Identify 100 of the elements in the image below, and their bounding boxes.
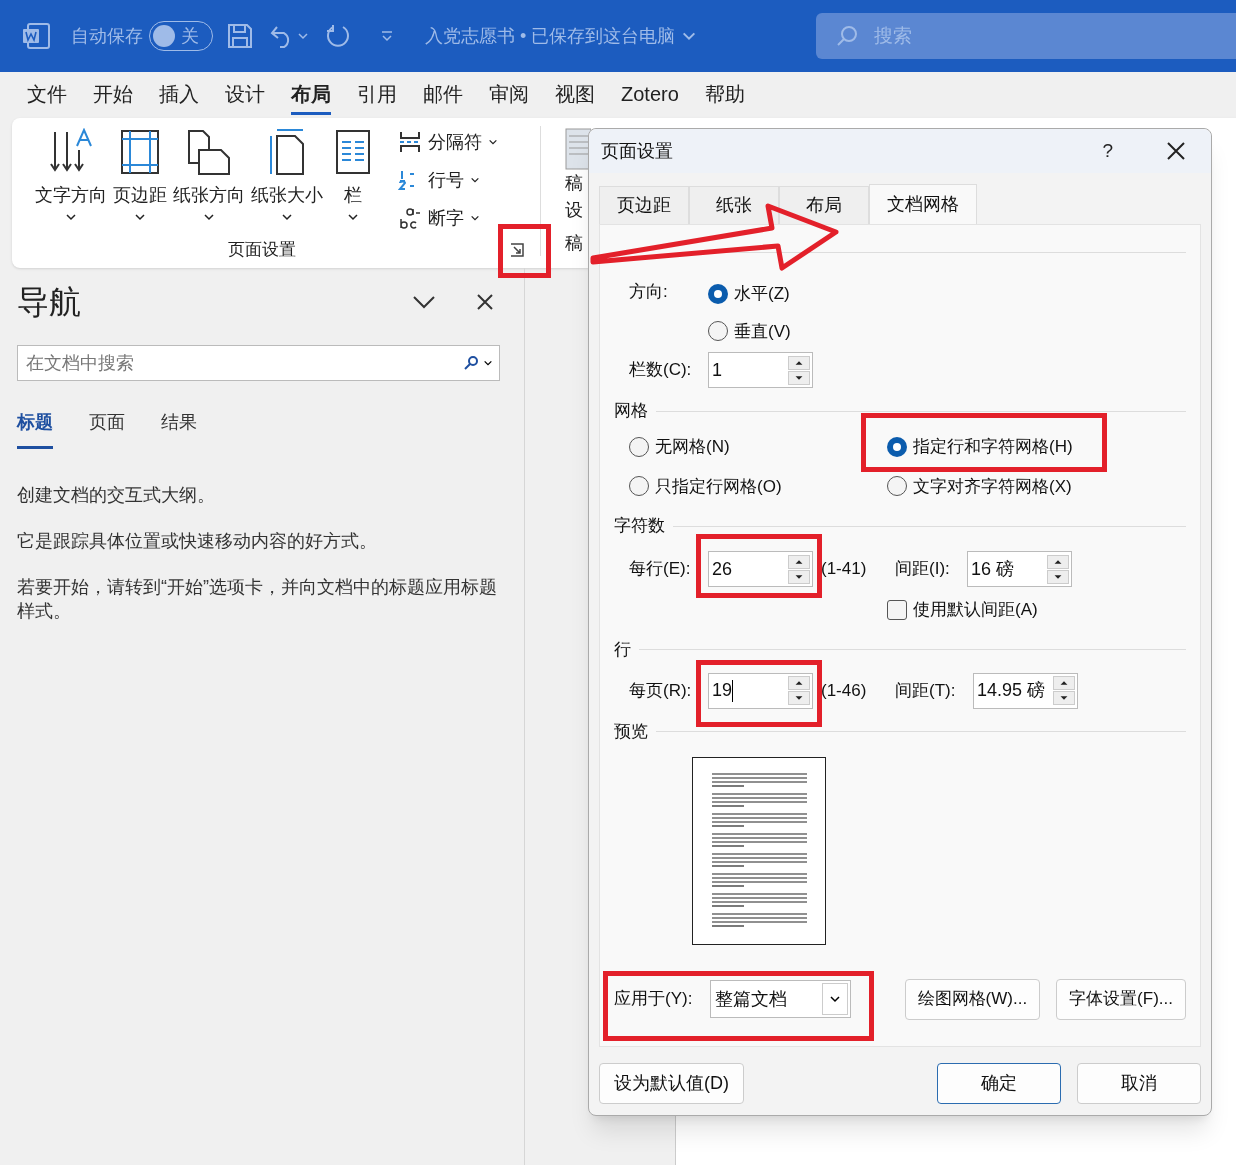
close-icon[interactable] [1167, 142, 1185, 160]
dropdown-field[interactable]: 整篇文档 [710, 980, 851, 1018]
dialog-button[interactable]: 绘图网格(W)... [904, 978, 1041, 1020]
section-label: 预览 [614, 720, 648, 743]
ribbon-button[interactable]: 纸张方向 [170, 128, 248, 236]
spin-down-icon[interactable] [788, 691, 810, 705]
field-label: 方向: [629, 281, 669, 303]
chevron-down-icon [470, 213, 480, 223]
field-label: 应用于(Y): [614, 988, 694, 1011]
spin-field[interactable]: 19 [708, 672, 813, 709]
chevron-down-icon [829, 993, 841, 1005]
radio-option[interactable]: 无网格(N) [629, 434, 887, 460]
spin-up-icon[interactable] [1053, 676, 1075, 690]
spin-up-icon[interactable] [788, 355, 810, 370]
radio-option[interactable]: 只指定行网格(O) [629, 473, 887, 499]
dialog-tab[interactable]: 文档网格 [869, 184, 977, 224]
breaks-icon [398, 131, 422, 153]
field-label: 每行(E): [629, 558, 692, 581]
search-icon [463, 355, 479, 371]
group-label: 页面设置 [228, 239, 296, 262]
menu-tab[interactable]: 视图 [555, 75, 595, 115]
spin-up-icon[interactable] [1047, 554, 1069, 569]
dialog-launcher-icon[interactable] [510, 243, 524, 257]
radio-option[interactable]: 文字对齐字符网格(X) [887, 473, 1186, 499]
spin-field[interactable]: 14.95 磅 [973, 672, 1078, 709]
menu-tab[interactable]: 设计 [225, 75, 265, 115]
spin-field[interactable]: 26 [708, 551, 813, 587]
radio-option[interactable]: 垂直(V) [708, 318, 791, 344]
set-default-button[interactable]: 设为默认值(D) [599, 1063, 744, 1104]
ribbon-button[interactable]: 栏 [326, 128, 380, 236]
field-label: 每页(R): [629, 679, 693, 702]
radio-option[interactable]: 水平(Z) [708, 281, 791, 307]
chevron-down-icon [488, 137, 498, 147]
chevron-down-icon [203, 211, 215, 223]
ribbon-button[interactable]: 文字方向 [32, 128, 110, 236]
menu-tab[interactable]: Zotero [621, 75, 679, 115]
ribbon-button[interactable]: 页边距 [110, 128, 170, 236]
field-label: 间距(I): [895, 558, 951, 581]
hyphenation-icon [398, 206, 422, 230]
save-icon[interactable] [227, 23, 253, 49]
ribbon-small-button[interactable]: 断字 [398, 204, 498, 232]
chevron-down-icon [347, 211, 359, 223]
spin-down-icon[interactable] [1047, 569, 1069, 584]
spin-field[interactable]: 1 [708, 352, 813, 388]
dialog-tab[interactable]: 布局 [779, 186, 869, 224]
customize-toolbar-icon[interactable] [381, 30, 393, 42]
dialog-button[interactable]: 字体设置(F)... [1056, 978, 1186, 1020]
ribbon-label: 设 [565, 199, 584, 222]
checkbox-label: 使用默认间距(A) [913, 599, 1038, 621]
cancel-button[interactable]: 取消 [1077, 1063, 1201, 1104]
chevron-down-icon[interactable] [412, 294, 436, 310]
menu-tab[interactable]: 插入 [159, 75, 199, 115]
ribbon-label: 稿 [565, 172, 584, 195]
help-button[interactable]: ? [1102, 136, 1113, 166]
spin-field[interactable]: 16 磅 [967, 551, 1072, 587]
pane-tab[interactable]: 页面 [89, 409, 125, 449]
spin-down-icon[interactable] [1053, 691, 1075, 705]
spin-up-icon[interactable] [788, 554, 810, 569]
spin-down-icon[interactable] [788, 569, 810, 584]
help-text: 它是跟踪具体位置或快速移动内容的好方式。 [17, 530, 378, 553]
close-icon[interactable] [476, 293, 494, 311]
pane-title: 导航 [17, 283, 81, 322]
checkbox[interactable] [887, 599, 907, 620]
menu-tab[interactable]: 引用 [357, 75, 397, 115]
radio-option[interactable]: 指定行和字符网格(H) [887, 434, 1186, 460]
ribbon-small-button[interactable]: 行号 [398, 166, 498, 194]
menu-tab[interactable]: 开始 [93, 75, 133, 115]
highlight-frame [498, 224, 551, 278]
help-text: 若要开始，请转到“开始”选项卡，并向文档中的标题应用标题样式。 [17, 576, 498, 623]
document-app-icon [22, 23, 50, 49]
menu-tab[interactable]: 文件 [27, 75, 67, 115]
menu-tab[interactable]: 审阅 [489, 75, 529, 115]
redo-icon[interactable] [325, 23, 351, 49]
field-label: 栏数(C): [629, 359, 693, 382]
dialog-tab[interactable]: 页边距 [599, 186, 689, 224]
pane-tab[interactable]: 结果 [161, 409, 197, 449]
dialog-tab[interactable]: 纸张 [689, 186, 779, 224]
search-field[interactable]: 在文档中搜索 [17, 345, 500, 381]
field-label: 间距(T): [895, 679, 957, 702]
chevron-down-icon [65, 211, 77, 223]
menu-tab[interactable]: 布局 [291, 75, 331, 115]
search-icon [836, 25, 858, 47]
section-label: 字符数 [614, 515, 665, 538]
ok-button[interactable]: 确定 [937, 1063, 1061, 1104]
chevron-down-icon [281, 211, 293, 223]
ribbon-label: 稿 [565, 232, 584, 255]
search-options-icon [483, 358, 493, 368]
pane-tab[interactable]: 标题 [17, 409, 53, 449]
undo-dropdown-icon [297, 30, 309, 42]
spin-up-icon[interactable] [788, 676, 810, 690]
ribbon-small-button[interactable]: 分隔符 [398, 128, 498, 156]
ribbon-button[interactable]: 纸张大小 [248, 128, 326, 236]
menu-tab[interactable]: 帮助 [704, 75, 745, 115]
range-text: (1-46) [821, 679, 868, 702]
spin-down-icon[interactable] [788, 370, 810, 385]
range-text: (1-41) [821, 558, 868, 581]
menu-tab[interactable]: 邮件 [423, 75, 463, 115]
autosave-label: 自动保存 [71, 24, 143, 48]
section-label: 行 [614, 638, 631, 661]
chevron-down-icon [134, 211, 146, 223]
